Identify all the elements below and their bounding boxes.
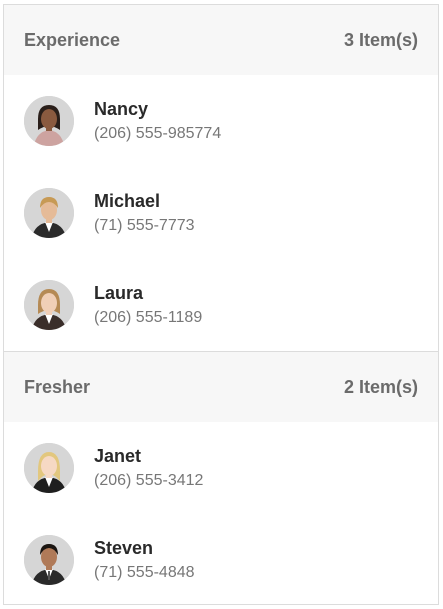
contact-phone: (71) 555-7773	[94, 217, 195, 234]
contact-name: Laura	[94, 283, 144, 303]
avatar	[24, 96, 74, 146]
man-blond-hair-avatar-icon	[24, 188, 74, 238]
man-dark-hair-avatar-icon	[24, 535, 74, 585]
list-item-steven[interactable]: Steven (71) 555-4848	[4, 514, 438, 606]
contact-phone: (206) 555-3412	[94, 472, 204, 489]
group-title: Fresher	[24, 376, 91, 397]
avatar	[24, 535, 74, 585]
contact-name: Janet	[94, 446, 142, 466]
woman-blonde-hair-avatar-icon	[24, 443, 74, 493]
avatar	[24, 443, 74, 493]
woman-light-hair-avatar-icon	[24, 280, 74, 330]
list-item-michael[interactable]: Michael (71) 555-7773	[4, 167, 438, 259]
contact-phone: (206) 555-1189	[94, 309, 203, 326]
woman-dark-hair-avatar-icon	[24, 96, 74, 146]
list-item-janet[interactable]: Janet (206) 555-3412	[4, 422, 438, 514]
group-header-fresher: Fresher 2 Item(s)	[4, 352, 438, 422]
contact-name: Steven	[94, 538, 154, 558]
contact-name: Michael	[94, 191, 161, 211]
group-count: 3 Item(s)	[343, 29, 418, 50]
list-item-nancy[interactable]: Nancy (206) 555-985774	[4, 75, 438, 167]
group-count: 2 Item(s)	[343, 376, 418, 397]
avatar	[24, 280, 74, 330]
avatar	[24, 188, 74, 238]
contact-phone: (206) 555-985774	[94, 125, 222, 142]
group-header-experience: Experience 3 Item(s)	[4, 5, 438, 75]
list-item-laura[interactable]: Laura (206) 555-1189	[4, 259, 438, 351]
group-title: Experience	[24, 29, 121, 50]
contact-name: Nancy	[94, 99, 149, 119]
contact-phone: (71) 555-4848	[94, 564, 195, 581]
grouped-contact-list: Experience 3 Item(s) Nancy (206) 555-985…	[3, 4, 439, 605]
